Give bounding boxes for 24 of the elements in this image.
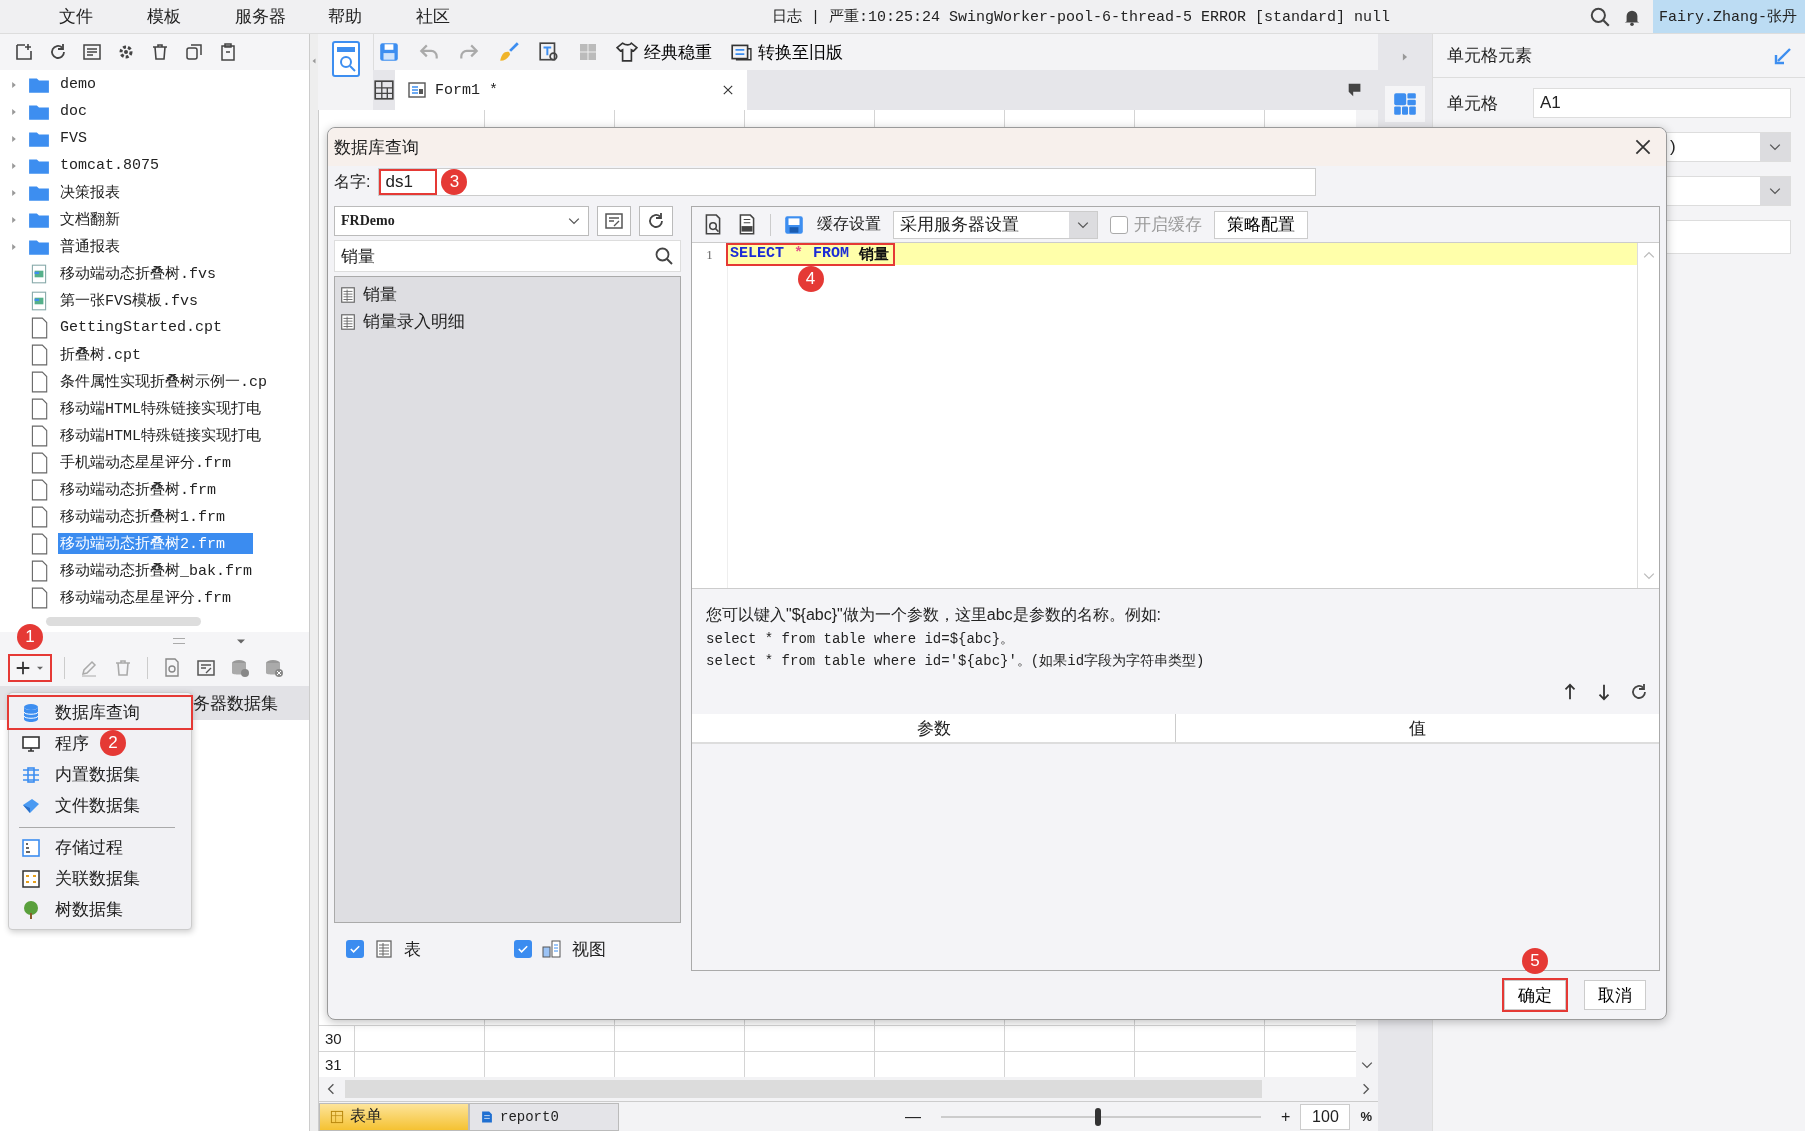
step-number-badge: 3 [441,169,468,195]
checkbox-label: 表 [404,938,421,961]
percent-label: % [1360,1109,1372,1124]
log-message: 日志 | 严重:10:25:24 SwingWorker-pool-6-thread-5 ERROR [standard] null [770,7,1392,26]
hint-text: select * from table where id=${abc}。 [706,630,1016,648]
sheet-tab-label: 表单 [350,1106,382,1126]
tab-title: Form1 * [435,81,499,99]
hint-text: select * from table where id='${abc}'。(如果id字段为字符串类型) [706,652,1206,670]
field-label: 缓存设置 [817,214,881,234]
panel-title: 单元格元素 [1447,45,1532,67]
field-label: 名字: [334,171,371,192]
dialog-title: 数据库查询 [334,136,419,159]
sql-statement: SELECT * FROM 销量 [728,244,894,264]
sheet-tab-label: report0 [500,1108,559,1125]
step-number-badge: 1 [17,624,43,650]
checkbox-label: 视图 [571,938,606,961]
column-header: 参数 [915,717,952,740]
hint-text: 您可以键入"${abc}"做为一个参数，这里abc是参数的名称。例如: [706,605,1162,625]
checkbox-label: 开启缓存 [1134,214,1202,236]
step-number-badge: 4 [797,265,824,292]
field-label: 单元格 [1447,92,1499,115]
column-header: 值 [1175,714,1659,742]
step-number-badge: 2 [100,730,126,756]
line-number: 1 [692,243,728,588]
